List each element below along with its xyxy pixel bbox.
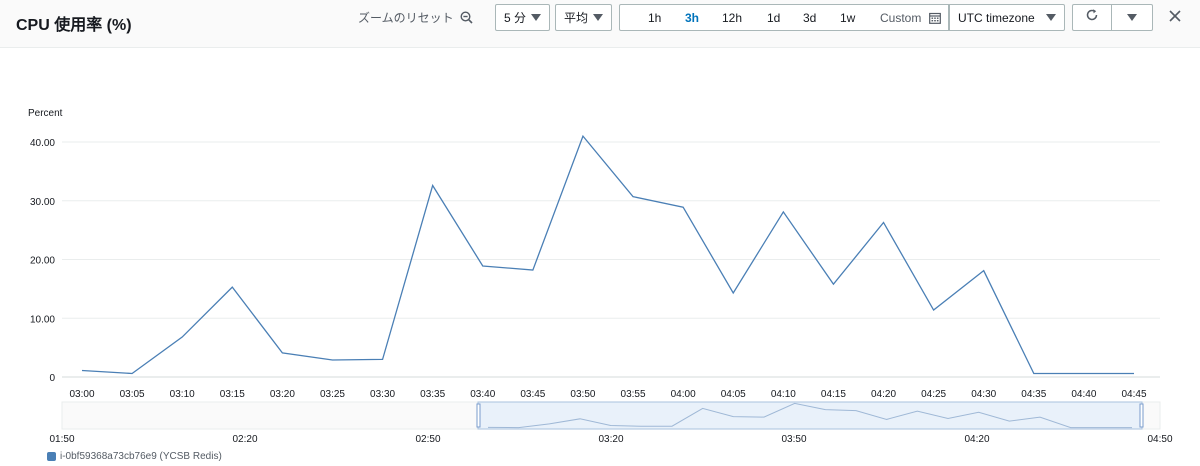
x-tick-label: 04:00 [671, 389, 696, 400]
widget-title: CPU 使用率 (%) [16, 17, 132, 34]
x-tick-label: 04:20 [871, 389, 896, 400]
x-tick-label: 03:35 [420, 389, 445, 400]
x-tick-label: 04:25 [921, 389, 946, 400]
cpu-line-chart[interactable]: 0 10.00 20.00 30.00 40.00 03:00 03:05 03:10 03:1… [0, 60, 1200, 450]
chevron-down-icon [593, 14, 603, 21]
y-tick-label: 20.00 [30, 256, 55, 267]
x-tick-label: 04:30 [971, 389, 996, 400]
x-tick-label: 04:45 [1121, 389, 1146, 400]
minimap-tick-label: 04:20 [964, 434, 989, 445]
range-custom[interactable]: Custom [880, 11, 921, 25]
chart-legend: i-0bf59368a73cb76e9 (YCSB Redis) [47, 451, 222, 462]
chevron-down-icon [531, 14, 541, 21]
refresh-button[interactable] [1072, 4, 1112, 31]
range-3h[interactable]: 3h [685, 11, 699, 25]
x-tick-label: 04:10 [771, 389, 796, 400]
close-icon [1169, 10, 1181, 22]
x-tick-label: 03:20 [270, 389, 295, 400]
period-select[interactable]: 5 分 [495, 4, 550, 31]
x-tick-label: 04:05 [721, 389, 746, 400]
x-tick-label: 03:30 [370, 389, 395, 400]
range-1d[interactable]: 1d [767, 11, 780, 25]
time-range-selector: 1h 3h 12h 1d 3d 1w Custom [619, 4, 949, 31]
zoom-out-icon [460, 11, 473, 24]
x-tick-label: 03:10 [170, 389, 195, 400]
period-value: 5 分 [504, 11, 527, 25]
x-tick-label: 03:15 [220, 389, 245, 400]
x-tick-label: 04:15 [821, 389, 846, 400]
x-tick-label: 03:55 [621, 389, 646, 400]
range-3d[interactable]: 3d [803, 11, 816, 25]
chevron-down-icon [1127, 14, 1137, 21]
legend-swatch [47, 452, 56, 461]
range-1h[interactable]: 1h [648, 11, 661, 25]
statistic-value: 平均 [564, 11, 589, 25]
timezone-value: UTC timezone [958, 10, 1035, 25]
chevron-down-icon [1046, 14, 1056, 21]
minimap-tick-label: 04:50 [1147, 434, 1172, 445]
legend-series-label[interactable]: i-0bf59368a73cb76e9 (YCSB Redis) [60, 451, 222, 462]
refresh-options-button[interactable] [1112, 4, 1153, 31]
x-tick-label: 04:35 [1021, 389, 1046, 400]
y-tick-label: 30.00 [30, 197, 55, 208]
x-tick-label: 03:00 [69, 389, 94, 400]
x-tick-label: 03:40 [470, 389, 495, 400]
close-button[interactable] [1168, 9, 1184, 25]
y-tick-label: 40.00 [30, 138, 55, 149]
x-tick-label: 04:40 [1071, 389, 1096, 400]
minimap-tick-label: 03:50 [781, 434, 806, 445]
widget-header: CPU 使用率 (%) ズームのリセット 5 分 平均 1h 3h 12h 1d… [0, 0, 1200, 48]
minimap-handle[interactable] [476, 403, 481, 428]
zoom-reset-label: ズームのリセット [358, 11, 454, 25]
statistic-select[interactable]: 平均 [555, 4, 612, 31]
range-1w[interactable]: 1w [840, 11, 855, 25]
range-12h[interactable]: 12h [722, 11, 742, 25]
x-tick-label: 03:25 [320, 389, 345, 400]
y-tick-label: 0 [49, 373, 55, 384]
zoom-reset-button[interactable]: ズームのリセット [358, 9, 473, 26]
minimap-tick-label: 01:50 [49, 434, 74, 445]
refresh-icon [1085, 8, 1099, 27]
timezone-select[interactable]: UTC timezone [949, 4, 1065, 31]
minimap-tick-label: 03:20 [598, 434, 623, 445]
x-tick-label: 03:05 [120, 389, 145, 400]
y-tick-label: 10.00 [30, 314, 55, 325]
minimap-handle[interactable] [1139, 403, 1144, 428]
minimap-tick-label: 02:20 [232, 434, 257, 445]
minimap-tick-label: 02:50 [415, 434, 440, 445]
calendar-icon[interactable] [929, 11, 941, 29]
x-tick-label: 03:45 [520, 389, 545, 400]
series-line [81, 134, 1134, 375]
x-tick-label: 03:50 [570, 389, 595, 400]
